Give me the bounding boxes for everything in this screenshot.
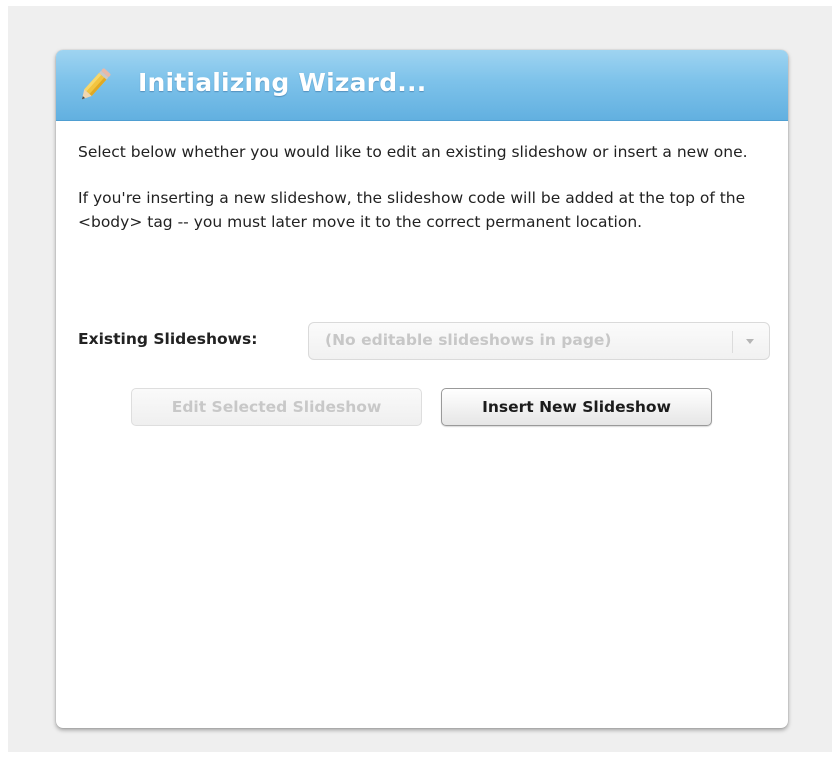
instruction-paragraph-1: Select below whether you would like to e… (78, 143, 748, 161)
existing-slideshows-select[interactable]: (No editable slideshows in page) (308, 322, 770, 360)
chevron-down-icon (743, 333, 757, 347)
dialog-title: Initializing Wizard... (138, 68, 427, 97)
instruction-paragraph-2: If you're inserting a new slideshow, the… (78, 189, 746, 231)
existing-slideshows-row: Existing Slideshows: (No editable slides… (78, 322, 770, 362)
insert-new-slideshow-button[interactable]: Insert New Slideshow (441, 388, 712, 426)
wizard-dialog: Initializing Wizard... Select below whet… (56, 50, 788, 728)
dialog-instructions: Select below whether you would like to e… (78, 140, 770, 234)
pencil-icon (72, 64, 116, 108)
edit-selected-slideshow-button[interactable]: Edit Selected Slideshow (131, 388, 422, 426)
select-value: (No editable slideshows in page) (325, 331, 612, 349)
dialog-titlebar: Initializing Wizard... (56, 50, 788, 121)
select-divider (732, 331, 733, 353)
existing-slideshows-label: Existing Slideshows: (78, 330, 258, 348)
